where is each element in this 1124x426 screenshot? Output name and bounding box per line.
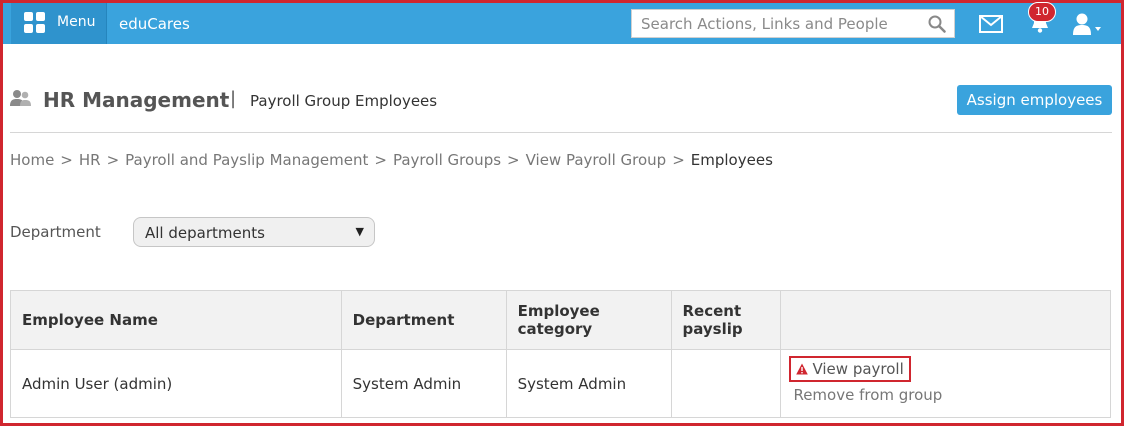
- breadcrumb-separator: >: [106, 151, 120, 169]
- column-header-department: Department: [340, 290, 507, 350]
- table-header-row: Employee Name Department Employee catego…: [10, 290, 1111, 350]
- search-icon[interactable]: [928, 15, 946, 33]
- breadcrumb-separator: >: [60, 151, 73, 169]
- department-select[interactable]: All departments ▼: [133, 217, 375, 247]
- remove-from-group-link[interactable]: Remove from group: [793, 386, 942, 404]
- menu-label: Menu: [57, 14, 96, 30]
- cell-actions: View payroll Remove from group: [780, 349, 1111, 418]
- cell-recent-payslip: [670, 349, 782, 418]
- global-search: [631, 9, 955, 38]
- search-input[interactable]: [632, 10, 922, 37]
- cell-employee-category: System Admin: [505, 349, 672, 418]
- breadcrumb-separator: >: [374, 151, 387, 169]
- breadcrumb-separator: >: [672, 151, 685, 169]
- menu-button[interactable]: Menu: [11, 3, 107, 44]
- brand-link[interactable]: eduCares: [119, 15, 190, 33]
- title-separator: |: [230, 88, 237, 109]
- breadcrumb-hr[interactable]: HR: [79, 151, 101, 169]
- header-divider: [10, 132, 1112, 133]
- department-selected-value: All departments: [145, 224, 265, 242]
- grid-menu-icon: [24, 12, 46, 34]
- breadcrumb-home[interactable]: Home: [10, 151, 54, 169]
- view-payroll-label: View payroll: [812, 360, 904, 378]
- user-icon[interactable]: [1071, 12, 1103, 36]
- page-subtitle: Payroll Group Employees: [250, 92, 438, 110]
- department-label: Department: [10, 223, 101, 241]
- table-row: Admin User (admin) System Admin System A…: [10, 349, 1111, 418]
- top-navigation-bar: Menu eduCares: [3, 3, 1121, 44]
- dropdown-arrow-icon: ▼: [355, 225, 364, 238]
- column-header-employee-category: Employee category: [505, 290, 672, 350]
- column-header-recent-payslip: Recent payslip: [670, 290, 782, 350]
- column-header-actions: [780, 290, 1111, 350]
- assign-employees-button[interactable]: Assign employees: [957, 85, 1112, 115]
- breadcrumb: Home > HR > Payroll and Payslip Management > P…: [10, 151, 773, 169]
- warning-icon: [796, 363, 809, 375]
- employees-table: Employee Name Department Employee catego…: [10, 290, 1111, 418]
- people-icon: [10, 90, 31, 106]
- cell-employee-name: Admin User (admin): [10, 349, 342, 418]
- view-payroll-link[interactable]: View payroll: [789, 356, 911, 382]
- breadcrumb-payroll-management[interactable]: Payroll and Payslip Management: [125, 151, 368, 169]
- breadcrumb-payroll-groups[interactable]: Payroll Groups: [393, 151, 501, 169]
- page-title: HR Management: [43, 88, 230, 112]
- breadcrumb-separator: >: [507, 151, 520, 169]
- breadcrumb-current: Employees: [690, 151, 773, 169]
- notification-badge: 10: [1028, 2, 1056, 22]
- mail-icon[interactable]: [979, 15, 1003, 33]
- column-header-employee-name: Employee Name: [10, 290, 342, 350]
- breadcrumb-view-payroll-group[interactable]: View Payroll Group: [526, 151, 667, 169]
- cell-department: System Admin: [340, 349, 507, 418]
